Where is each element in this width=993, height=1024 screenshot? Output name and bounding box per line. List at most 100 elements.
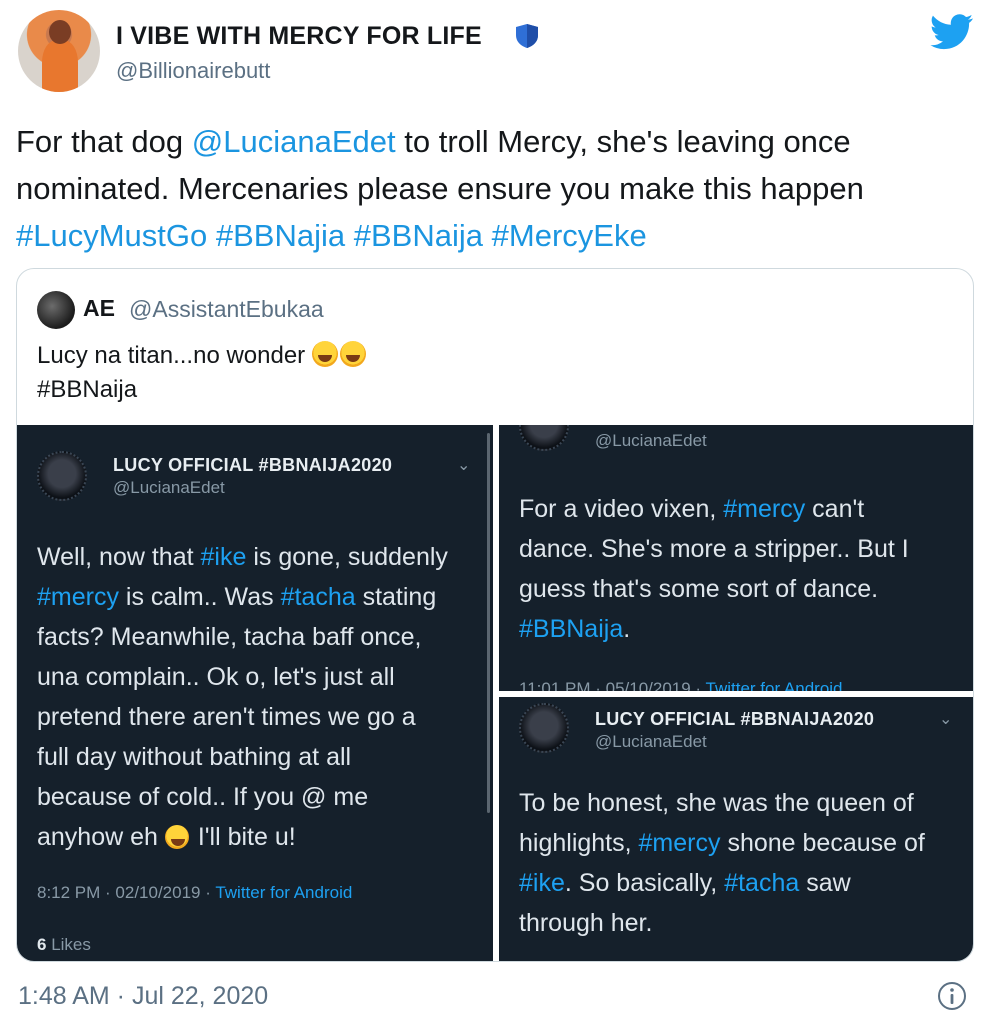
tweet-text-segment: For that dog [16,124,192,159]
avatar-figure [42,40,78,92]
text-segment: dance. She's more a stripper.. But I [519,535,909,563]
text-segment: I'll bite u! [190,823,296,851]
screenshot-line: because of cold.. If you @ me [37,777,448,817]
author-avatar[interactable] [18,10,100,92]
screenshot-line: #mercy is calm.. Was #tacha stating [37,577,448,617]
quoted-tweet-text: Lucy na titan...no wonder #BBNaija [37,339,368,407]
text-segment: . So basically, [564,869,725,897]
hashtag: #mercy [723,495,806,523]
shield-icon [516,24,538,48]
screenshot-line: anyhow eh I'll bite u! [37,817,448,857]
text-segment: through her. [519,909,653,937]
screenshot-line: To be honest, she was the queen of [519,783,925,823]
tweet-timestamp[interactable]: 1:48 AM · Jul 22, 2020 [18,982,268,1011]
screenshot-body: To be honest, she was the queen of highli… [519,783,925,943]
screenshot-author-handle: @LucianaEdet [113,478,225,497]
text-segment: For a video vixen, [519,495,724,523]
screenshot-line: guess that's some sort of dance. [519,569,909,609]
tweet-text: For that dog @LucianaEdet to troll Mercy… [16,118,976,259]
quoted-author-avatar [37,291,75,329]
screenshot-line: una complain.. Ok o, let's just all [37,657,448,697]
screenshot-meta: 11:01 PM · 05/10/2019 · Twitter for Andr… [519,679,843,691]
screenshot-line: through her. [519,903,925,943]
tweet-text-segment [345,218,354,253]
eye-roll-emoji [164,825,189,849]
hashtag: #tacha [724,869,800,897]
text-segment: pretend there aren't times we go a [37,703,416,731]
screenshot-line: full day without bathing at all [37,737,448,777]
screenshot-line: dance. She's more a stripper.. But I [519,529,909,569]
text-segment: highlights, [519,829,639,857]
text-segment: full day without bathing at all [37,743,352,771]
media-grid[interactable]: LUCY OFFICIAL #BBNAIJA2020 @LucianaEdet … [17,425,973,961]
tweet-link[interactable]: #LucyMustGo [16,218,207,253]
tears-of-joy-emoji [311,341,338,367]
text-segment: una complain.. Ok o, let's just all [37,663,395,691]
lucy-avatar [519,703,569,753]
quoted-tweet-card[interactable]: AE @AssistantEbukaa Lucy na titan...no w… [16,268,974,962]
info-icon[interactable] [936,980,968,1012]
tweet-link[interactable]: @LucianaEdet [192,124,396,159]
likes-count: 6 Likes [37,935,91,955]
text-segment: To be honest, she was the queen of [519,789,914,817]
lucy-avatar [37,451,87,501]
author-handle[interactable]: @Billionairebutt [116,58,270,84]
avatar-head [49,20,71,44]
screenshot-author-name: LUCY OFFICIAL #BBNAIJA2020 [595,709,875,729]
text-segment: is calm.. Was [118,583,281,611]
screenshot-line: pretend there aren't times we go a [37,697,448,737]
screenshot-body: Well, now that #ike is gone, suddenly #me… [37,537,448,857]
meta-client: Twitter for Android [705,679,843,691]
screenshot-right-bottom[interactable]: LUCY OFFICIAL #BBNAIJA2020 @LucianaEdet … [499,697,973,961]
scrollbar [487,433,490,813]
hashtag: #ike [519,869,565,897]
tweet-link[interactable]: #MercyEke [492,218,647,253]
text-segment: shone because of [720,829,925,857]
hashtag: #mercy [638,829,721,857]
text-segment: stating [355,583,437,611]
hashtag: #tacha [280,583,356,611]
text-segment: because of cold.. If you @ me [37,783,369,811]
quoted-author-name: AE [83,295,115,321]
screenshot-line: #BBNaija. [519,609,909,649]
quoted-line-1: Lucy na titan...no wonder [37,342,306,369]
likes-label: Likes [46,935,91,954]
text-segment: . [623,615,631,643]
tweet-text-segment [207,218,216,253]
tears-of-joy-emoji [339,341,366,367]
hashtag: #mercy [37,583,119,611]
screenshot-line: For a video vixen, #mercy can't [519,489,909,529]
text-segment: anyhow eh [37,823,165,851]
chevron-down-icon: ⌄ [939,711,953,728]
screenshot-body: For a video vixen, #mercy can't dance. Sh… [519,489,909,649]
text-segment: Well, now that [37,543,201,571]
quoted-author-handle: @AssistantEbukaa [129,296,324,322]
text-segment: is gone, suddenly [246,543,448,571]
screenshot-line: Well, now that #ike is gone, suddenly [37,537,448,577]
screenshot-line: #ike. So basically, #tacha saw [519,863,925,903]
lucy-avatar [519,425,569,451]
tweet-link[interactable]: #BBNajia [216,218,345,253]
screenshot-author-name: LUCY OFFICIAL #BBNAIJA2020 [113,455,393,475]
screenshot-right-top[interactable]: @LucianaEdet For a video vixen, #mercy c… [499,425,973,691]
hashtag: #BBNaija [519,615,624,643]
screenshot-author-handle: @LucianaEdet [595,732,707,751]
screenshot-left[interactable]: LUCY OFFICIAL #BBNAIJA2020 @LucianaEdet … [17,425,493,961]
text-segment: saw [799,869,851,897]
text-segment: guess that's some sort of dance. [519,575,879,603]
text-segment: can't [805,495,865,523]
screenshot-line: highlights, #mercy shone because of [519,823,925,863]
screenshot-line: facts? Meanwhile, tacha baff once, [37,617,448,657]
author-display-name[interactable]: I VIBE WITH MERCY FOR LIFE [116,22,482,51]
meta-time: 11:01 PM · 05/10/2019 · [519,679,706,691]
meta-client: Twitter for Android [215,883,353,902]
quoted-line-2: #BBNaija [37,376,138,403]
twitter-bird-icon[interactable] [930,14,974,50]
chevron-down-icon: ⌄ [457,457,471,474]
hashtag: #ike [200,543,247,571]
screenshot-author-handle: @LucianaEdet [595,431,707,450]
text-segment: facts? Meanwhile, tacha baff once, [37,623,422,651]
tweet-link[interactable]: #BBNaija [354,218,483,253]
screenshot-meta: 8:12 PM · 02/10/2019 · Twitter for Andro… [37,883,352,903]
meta-time: 8:12 PM · 02/10/2019 · [37,883,216,902]
